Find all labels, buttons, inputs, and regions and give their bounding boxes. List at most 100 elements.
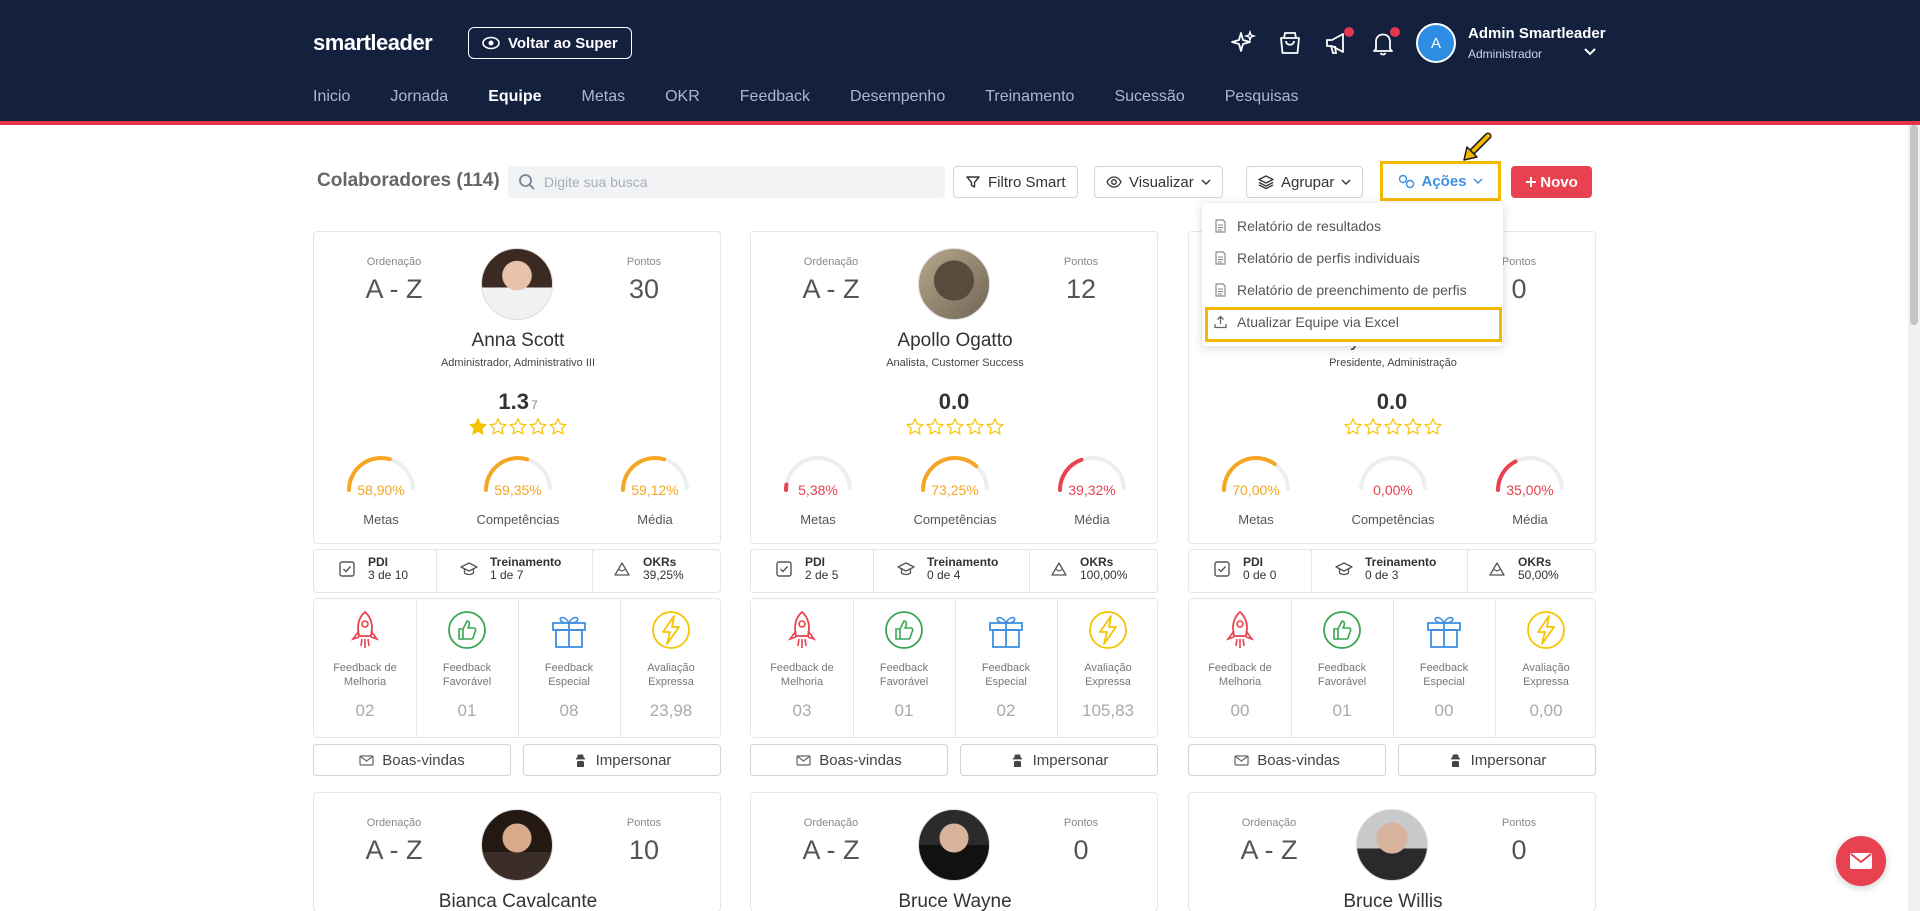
stat-okrs[interactable]: OKRs 100,00% [1050, 556, 1127, 582]
back-to-super-button[interactable]: Voltar ao Super [468, 27, 632, 59]
nav-okr[interactable]: OKR [665, 88, 700, 106]
star-icon [906, 418, 924, 435]
ordenacao-label: Ordenação [1241, 817, 1297, 829]
bell-icon[interactable] [1369, 27, 1400, 57]
dd-relatorio-preenchimento[interactable]: Relatório de preenchimento de perfis [1214, 282, 1467, 298]
nav-metas[interactable]: Metas [582, 88, 626, 106]
dd-relatorio-resultados[interactable]: Relatório de resultados [1214, 218, 1381, 234]
visualizar-button[interactable]: Visualizar [1094, 166, 1223, 198]
ordenacao-value: A - Z [802, 274, 860, 304]
envelope-icon [359, 754, 374, 766]
sparkles-icon[interactable] [1229, 29, 1257, 57]
employee-card[interactable]: Ordenação A - Z Pontos 10 Bianca Cavalca… [313, 792, 721, 911]
feedback-especial[interactable]: Feedback Especial 02 [955, 599, 1057, 737]
stat-treinamento[interactable]: Treinamento 1 de 7 [460, 556, 561, 582]
nav-desempenho[interactable]: Desempenho [850, 88, 945, 106]
feedback-melhoria[interactable]: Feedback de Melhoria 02 [314, 599, 416, 737]
impersonar-button[interactable]: Impersonar [523, 744, 721, 776]
stat-treinamento[interactable]: Treinamento 0 de 4 [897, 556, 998, 582]
contact-button[interactable] [1836, 836, 1886, 886]
divider [873, 550, 874, 592]
eye-icon [1106, 176, 1122, 188]
star-icon [966, 418, 984, 435]
filtro-smart-button[interactable]: Filtro Smart [953, 166, 1078, 198]
star-icon [1424, 418, 1442, 435]
feedback-especial[interactable]: Feedback Especial 00 [1393, 599, 1495, 737]
top-header: smartleader Voltar ao Super A Admin Smar… [0, 0, 1920, 125]
star-icon [1404, 418, 1422, 435]
feedback-melhoria[interactable]: Feedback de Melhoria 03 [751, 599, 853, 737]
stat-pdi[interactable]: PDI 2 de 5 [775, 556, 838, 582]
mountain-icon [1489, 562, 1505, 576]
feedback-favoravel[interactable]: Feedback Favorável 01 [853, 599, 955, 737]
gauge-value: 70,00% [1232, 482, 1280, 498]
impersonar-button[interactable]: Impersonar [960, 744, 1158, 776]
excel-highlight [1205, 307, 1502, 342]
notification-dot [1344, 27, 1354, 37]
employee-name: Apollo Ogatto [897, 330, 1013, 351]
stat-okrs[interactable]: OKRs 39,25% [613, 556, 684, 582]
ordenacao-label: Ordenação [803, 817, 859, 829]
agrupar-label: Agrupar [1281, 173, 1335, 191]
chevron-down-icon [1473, 178, 1483, 184]
nav-jornada[interactable]: Jornada [390, 88, 448, 106]
gauge-value: 5,38% [798, 482, 838, 498]
avatar [481, 809, 553, 881]
nav-equipe[interactable]: Equipe [488, 88, 541, 106]
avatar [481, 248, 553, 320]
user-avatar[interactable]: A [1416, 23, 1456, 63]
search-input[interactable] [544, 174, 924, 190]
user-name: Admin Smartleader [1468, 25, 1606, 42]
nav-treinamento[interactable]: Treinamento [985, 88, 1074, 106]
gauge-value: 58,90% [357, 482, 405, 498]
employee-card[interactable]: Ordenação A - Z Pontos 0 Bruce Wayne [750, 792, 1158, 911]
nav-sucessao[interactable]: Sucessão [1114, 88, 1184, 106]
novo-button[interactable]: Novo [1511, 166, 1592, 198]
thumbs-up-icon [885, 611, 923, 649]
mountain-icon [614, 562, 630, 576]
nav-pesquisas[interactable]: Pesquisas [1225, 88, 1299, 106]
stat-okrs[interactable]: OKRs 50,00% [1488, 556, 1559, 582]
avaliacao-expressa[interactable]: Avaliação Expressa 105,83 [1057, 599, 1159, 737]
app-logo[interactable]: smartleader [313, 30, 433, 56]
boas-vindas-button[interactable]: Boas-vindas [1188, 744, 1386, 776]
nav-feedback[interactable]: Feedback [740, 88, 810, 106]
scrollbar[interactable] [1908, 125, 1920, 911]
star-icon [926, 418, 944, 435]
agrupar-button[interactable]: Agrupar [1246, 166, 1364, 198]
stats-row: PDI 3 de 10 Treinamento 1 de 7 OKRs 39,25% [313, 549, 721, 593]
boas-vindas-button[interactable]: Boas-vindas [313, 744, 511, 776]
feedback-melhoria[interactable]: Feedback de Melhoria 00 [1189, 599, 1291, 737]
megaphone-icon[interactable] [1323, 27, 1354, 57]
dd-relatorio-perfis[interactable]: Relatório de perfis individuais [1214, 250, 1420, 266]
nav-inicio[interactable]: Inicio [313, 88, 350, 106]
star-icon [1364, 418, 1382, 435]
gauge-metas: 5,38% Metas [773, 452, 863, 532]
arrow-pointer-icon [1463, 132, 1492, 161]
avaliacao-expressa[interactable]: Avaliação Expressa 0,00 [1495, 599, 1597, 737]
pontos-label: Pontos [1501, 817, 1537, 829]
ordenacao-value: A - Z [365, 835, 423, 865]
acoes-button[interactable]: Ações [1386, 167, 1495, 195]
filter-icon [966, 176, 980, 188]
search-box[interactable] [508, 166, 945, 198]
checkbox-icon [1214, 561, 1230, 577]
card-summary[interactable]: Ordenação A - Z Pontos 30 Anna Scott Adm… [313, 231, 721, 544]
gauge-metas: 70,00% Metas [1211, 452, 1301, 532]
star-icon [469, 418, 487, 435]
feedback-favoravel[interactable]: Feedback Favorável 01 [416, 599, 518, 737]
shopping-bag-icon[interactable] [1276, 29, 1304, 57]
boas-vindas-button[interactable]: Boas-vindas [750, 744, 948, 776]
chevron-down-icon[interactable] [1583, 45, 1597, 59]
employee-card[interactable]: Ordenação A - Z Pontos 0 Bruce Willis [1188, 792, 1596, 911]
feedback-favoravel[interactable]: Feedback Favorável 01 [1291, 599, 1393, 737]
avaliacao-expressa[interactable]: Avaliação Expressa 23,98 [620, 599, 722, 737]
scroll-thumb[interactable] [1910, 125, 1918, 325]
stat-treinamento[interactable]: Treinamento 0 de 3 [1335, 556, 1436, 582]
card-summary[interactable]: Ordenação A - Z Pontos 12 Apollo Ogatto … [750, 231, 1158, 544]
impersonar-button[interactable]: Impersonar [1398, 744, 1596, 776]
stat-pdi[interactable]: PDI 0 de 0 [1213, 556, 1276, 582]
feedback-especial[interactable]: Feedback Especial 08 [518, 599, 620, 737]
stat-pdi[interactable]: PDI 3 de 10 [338, 556, 408, 582]
feedback-count: 01 [894, 701, 914, 720]
